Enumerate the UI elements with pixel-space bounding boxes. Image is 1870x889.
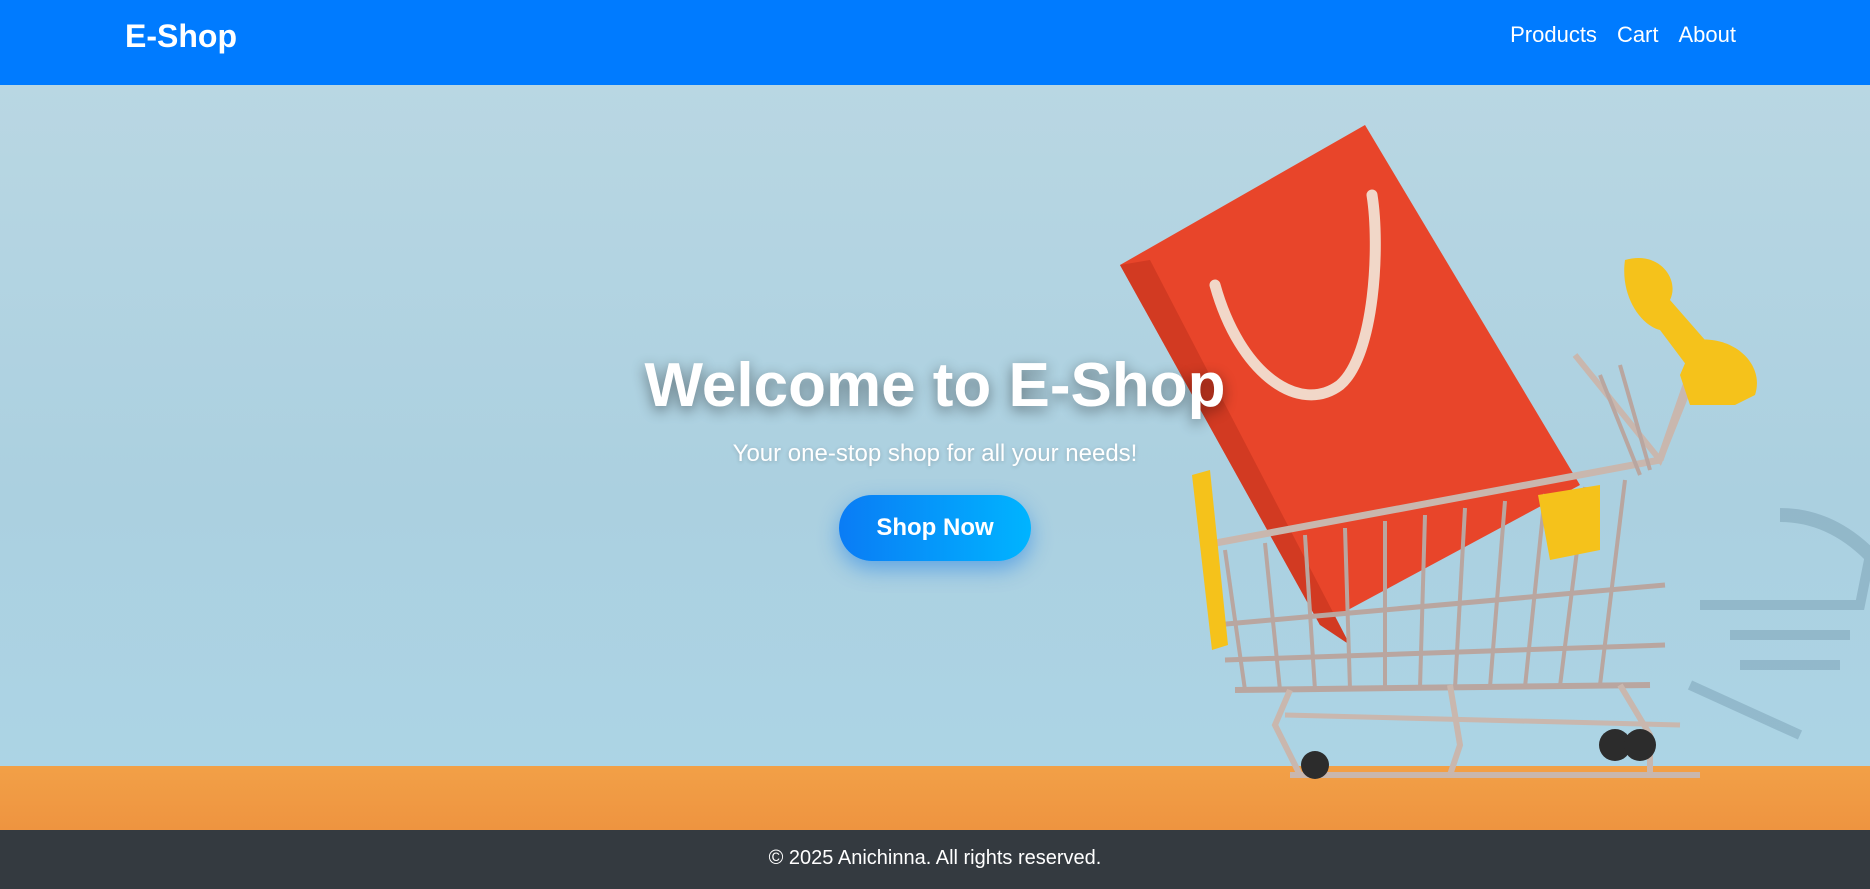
site-footer: © 2025 Anichinna. All rights reserved. bbox=[0, 830, 1870, 889]
hero-title: Welcome to E-Shop bbox=[644, 351, 1226, 420]
shop-now-button[interactable]: Shop Now bbox=[839, 495, 1031, 561]
site-header: E-Shop Products Cart About bbox=[0, 0, 1870, 85]
hero-subtitle: Your one-stop shop for all your needs! bbox=[732, 440, 1138, 467]
nav-link-products[interactable]: Products bbox=[1510, 22, 1597, 48]
hero-banner: Welcome to E-Shop Your one-stop shop for… bbox=[0, 85, 1870, 830]
main-nav: Products Cart About bbox=[1510, 22, 1736, 48]
nav-link-about[interactable]: About bbox=[1679, 22, 1737, 48]
brand-logo[interactable]: E-Shop bbox=[125, 18, 237, 55]
nav-link-cart[interactable]: Cart bbox=[1617, 22, 1659, 48]
footer-copyright: © 2025 Anichinna. All rights reserved. bbox=[768, 847, 1102, 869]
hero-content: Welcome to E-Shop Your one-stop shop for… bbox=[0, 85, 1870, 830]
